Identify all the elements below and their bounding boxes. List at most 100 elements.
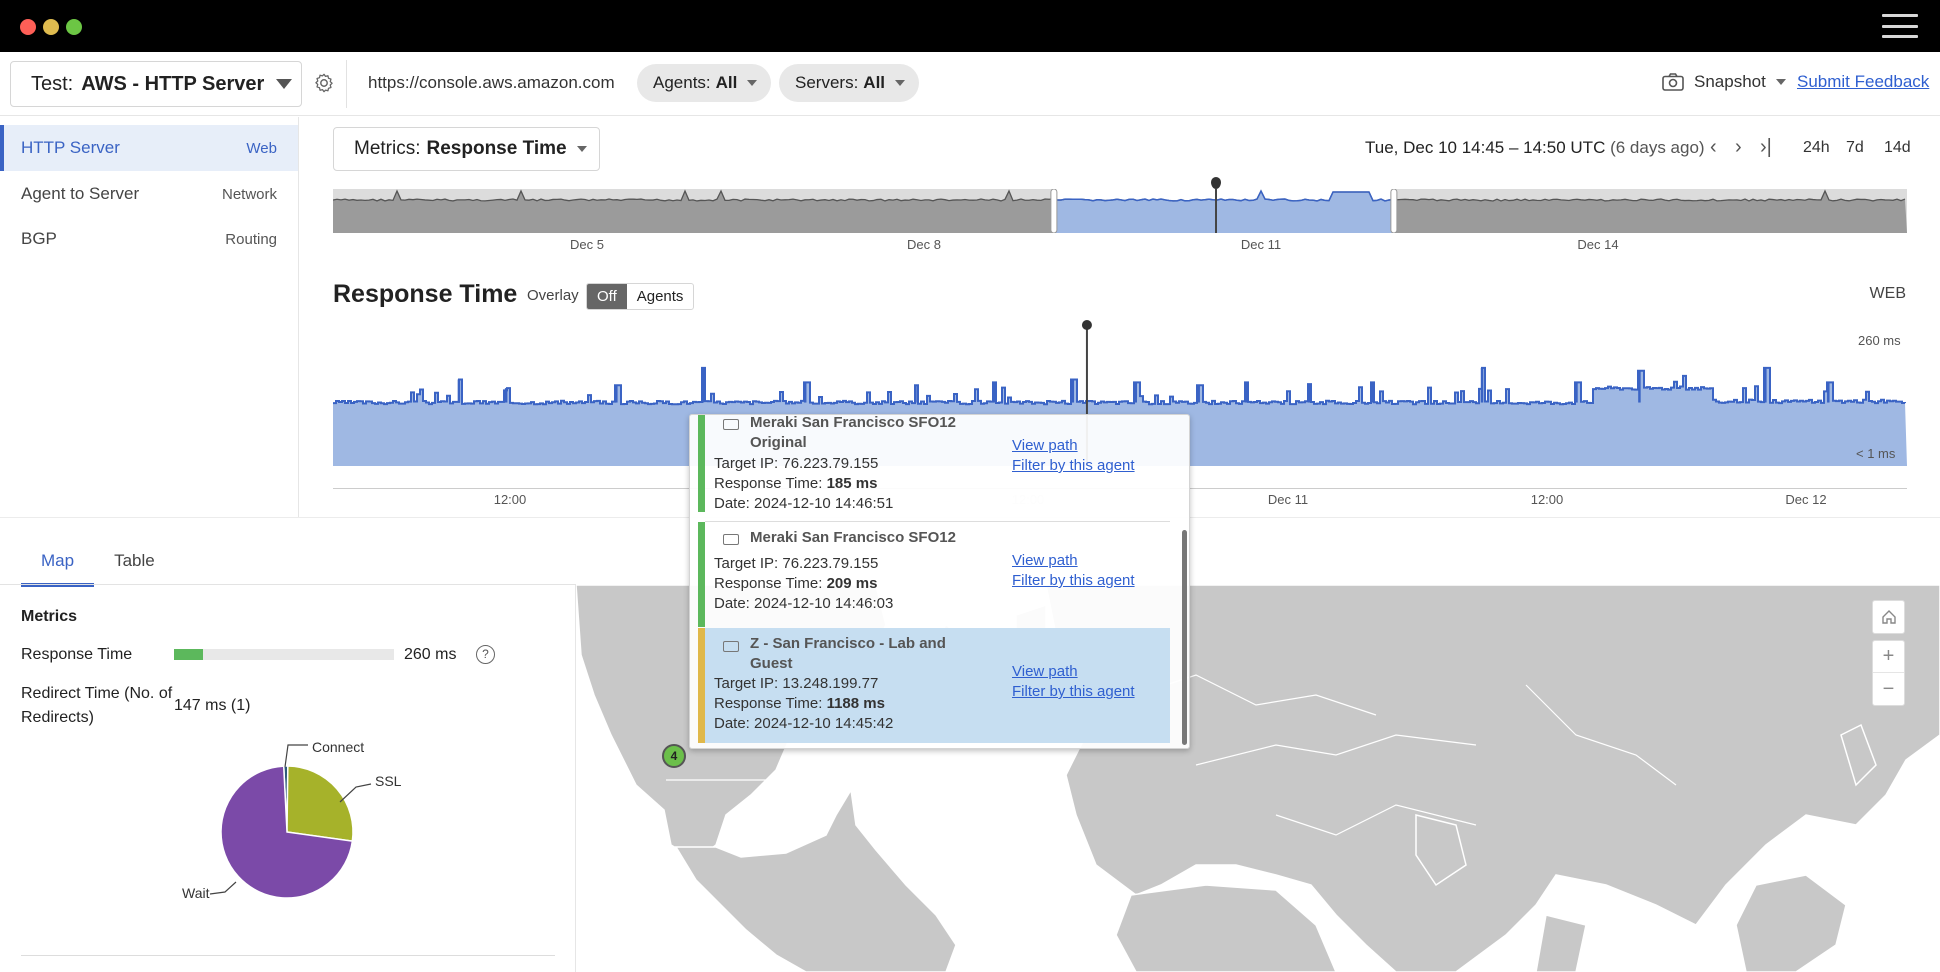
pie-label-leader xyxy=(209,881,237,895)
date-value: 2024-12-10 14:46:51 xyxy=(754,495,894,512)
gear-icon[interactable] xyxy=(313,72,335,94)
sidebar-item-tag: Routing xyxy=(225,230,277,248)
maximize-window-button[interactable] xyxy=(66,19,82,35)
metrics-prefix: Metrics: xyxy=(354,138,421,159)
response-time-value: 185 ms xyxy=(826,475,878,492)
test-toolbar: Test: AWS - HTTP Server https://console.… xyxy=(0,52,1940,116)
snapshot-label: Snapshot xyxy=(1694,72,1766,91)
sidebar-item-label: HTTP Server xyxy=(21,138,120,157)
pie-slice-ssl xyxy=(286,765,354,842)
minimize-window-button[interactable] xyxy=(43,19,59,35)
view-path-link[interactable]: View path xyxy=(1012,552,1078,569)
camera-icon xyxy=(1662,73,1684,91)
overview-range-handle xyxy=(1050,189,1058,233)
overview-tick-label: Dec 14 xyxy=(1577,237,1619,252)
help-icon[interactable]: ? xyxy=(476,645,495,664)
overview-timeline[interactable] xyxy=(333,189,1907,233)
map-home-button[interactable] xyxy=(1872,600,1905,634)
overview-tick-label: Dec 5 xyxy=(570,237,604,252)
response-time-value: 209 ms xyxy=(826,575,878,592)
sidebar-item-http-server[interactable]: HTTP Server Web xyxy=(0,125,298,171)
response-time-label: Response Time: xyxy=(714,695,823,712)
overview-marker-pin[interactable] xyxy=(1211,177,1221,189)
chevron-down-icon xyxy=(576,146,587,152)
metrics-heading: Metrics xyxy=(21,608,78,625)
agent-icon xyxy=(723,641,739,652)
x-tick-label: 12:00 xyxy=(1530,492,1564,507)
zoom-out-button[interactable]: − xyxy=(1873,673,1904,705)
latest-range-button[interactable]: ›| xyxy=(1760,136,1772,159)
timing-breakdown-pie: Connect SSL Wait xyxy=(182,739,402,901)
test-selector[interactable]: Test: AWS - HTTP Server xyxy=(10,61,302,107)
tooltip-scrollbar[interactable] xyxy=(1182,530,1187,745)
range-7d-button[interactable]: 7d xyxy=(1846,139,1864,157)
view-path-link[interactable]: View path xyxy=(1012,663,1078,680)
next-range-button[interactable]: › xyxy=(1735,136,1742,159)
redirect-time-value: 147 ms (1) xyxy=(174,697,251,714)
x-tick-label: Dec 11 xyxy=(1267,492,1309,507)
filter-by-agent-link[interactable]: Filter by this agent xyxy=(1012,683,1135,700)
chart-title: Response Time xyxy=(333,280,518,308)
servers-filter-value: All xyxy=(863,73,886,92)
target-ip: 13.248.199.77 xyxy=(782,675,879,692)
time-range-text: Tue, Dec 10 14:45 – 14:50 UTC xyxy=(1365,138,1606,157)
sidebar-item-bgp[interactable]: BGP Routing xyxy=(0,216,298,262)
target-url: https://console.aws.amazon.com xyxy=(368,73,615,92)
agent-card: Meraki San Francisco SFO12 Target IP: 76… xyxy=(698,522,1170,627)
filter-by-agent-link[interactable]: Filter by this agent xyxy=(1012,457,1135,474)
submit-feedback-link[interactable]: Submit Feedback xyxy=(1797,72,1929,92)
test-layers-sidebar: HTTP Server Web Agent to Server Network … xyxy=(0,117,299,517)
agent-cluster-marker[interactable]: 4 xyxy=(662,744,686,768)
agents-filter[interactable]: Agents: All xyxy=(637,64,772,102)
tab-table[interactable]: Table xyxy=(94,545,175,587)
overview-tick-label: Dec 8 xyxy=(907,237,941,252)
map-zoom-controls: + − xyxy=(1872,640,1905,706)
chevron-down-icon xyxy=(276,79,293,89)
view-tabs: Map Table xyxy=(21,545,175,587)
time-range-label: Tue, Dec 10 14:45 – 14:50 UTC (6 days ag… xyxy=(1365,138,1705,158)
agent-icon xyxy=(723,419,739,430)
chevron-down-icon xyxy=(1775,79,1786,85)
overlay-label: Overlay xyxy=(527,287,579,304)
metrics-value: Response Time xyxy=(426,138,567,159)
test-prefix: Test: xyxy=(31,72,74,95)
chevron-down-icon xyxy=(895,80,906,86)
chart-marker-pin xyxy=(1081,320,1092,330)
target-ip: 76.223.79.155 xyxy=(782,555,879,572)
overlay-agents-button[interactable]: Agents xyxy=(627,284,694,309)
snapshot-button[interactable]: Snapshot xyxy=(1662,72,1786,92)
filter-by-agent-link[interactable]: Filter by this agent xyxy=(1012,572,1135,589)
target-ip-label: Target IP: xyxy=(714,455,779,472)
panel-bottom-divider xyxy=(21,955,555,956)
overlay-off-button[interactable]: Off xyxy=(587,284,627,309)
servers-filter[interactable]: Servers: All xyxy=(779,64,920,102)
target-ip-label: Target IP: xyxy=(714,555,779,572)
y-axis-max-label: 260 ms xyxy=(1858,333,1901,348)
response-time-value: 1188 ms xyxy=(826,695,885,712)
metrics-selector[interactable]: Metrics: Response Time xyxy=(333,127,600,171)
divider xyxy=(346,60,347,108)
tab-map[interactable]: Map xyxy=(21,545,95,587)
response-time-bar xyxy=(174,649,394,660)
agent-icon xyxy=(723,534,739,545)
sidebar-item-tag: Web xyxy=(246,139,277,157)
sidebar-item-agent-to-server[interactable]: Agent to Server Network xyxy=(0,171,298,217)
agents-filter-value: All xyxy=(715,73,738,92)
range-14d-button[interactable]: 14d xyxy=(1884,139,1911,157)
agent-name: Meraki San Francisco SFO12 Original xyxy=(750,414,956,451)
close-window-button[interactable] xyxy=(20,19,36,35)
range-24h-button[interactable]: 24h xyxy=(1803,139,1830,157)
time-range-relative: (6 days ago) xyxy=(1610,138,1705,157)
pie-label-connect: Connect xyxy=(312,739,364,755)
sidebar-item-label: Agent to Server xyxy=(21,184,140,203)
previous-range-button[interactable]: ‹ xyxy=(1710,136,1717,159)
hamburger-icon[interactable] xyxy=(1882,14,1918,38)
agents-tooltip: Meraki San Francisco SFO12 Original Targ… xyxy=(689,414,1190,749)
pie-label-ssl: SSL xyxy=(375,773,402,789)
view-path-link[interactable]: View path xyxy=(1012,437,1078,454)
sidebar-item-label: BGP xyxy=(21,229,57,248)
window-titlebar xyxy=(0,0,1940,52)
pie-label-leader xyxy=(284,744,308,768)
target-ip-label: Target IP: xyxy=(714,675,779,692)
zoom-in-button[interactable]: + xyxy=(1873,641,1904,673)
